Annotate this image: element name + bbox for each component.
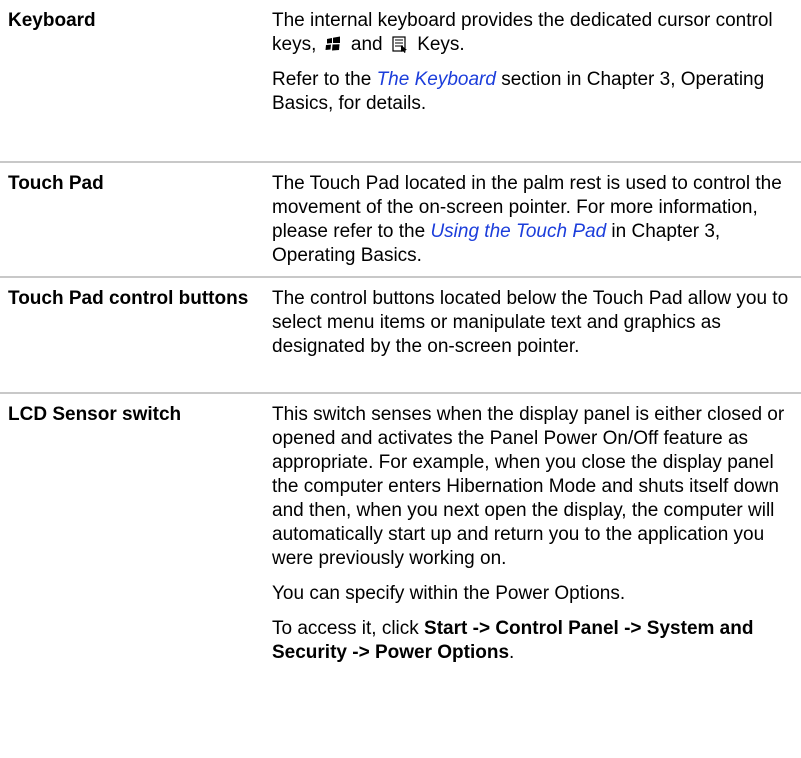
table-row-touch-pad-control-buttons: Touch Pad control buttons The control bu… [0,278,801,394]
table-row-lcd-sensor-switch: LCD Sensor switch This switch senses whe… [0,394,801,758]
description-touch-pad-control-buttons: The control buttons located below the To… [250,278,801,392]
table-row-touch-pad: Touch Pad The Touch Pad located in the p… [0,163,801,278]
lcd-text-access: To access it, click [272,618,419,639]
lcd-paragraph-1: This switch senses when the display pane… [272,404,785,569]
keyboard-text-1: The internal keyboard provides the dedic… [272,10,773,55]
keyboard-paragraph-1: The internal keyboard provides the dedic… [272,9,795,57]
lcd-paragraph-2: You can specify within the Power Options… [272,583,626,604]
term-keyboard: Keyboard [8,10,96,31]
keyboard-text-2: Keys. [417,34,465,55]
term-touch-pad: Touch Pad [8,173,104,194]
table-row-keyboard: Keyboard The internal keyboard provides … [0,0,801,163]
keyboard-text-and: and [350,34,383,55]
windows-key-icon [324,35,344,53]
description-lcd-sensor-switch: This switch senses when the display pane… [250,394,801,758]
application-key-icon [390,35,410,53]
definition-table: Keyboard The internal keyboard provides … [0,0,801,758]
description-keyboard: The internal keyboard provides the dedic… [250,0,801,161]
lcd-text-period: . [509,642,515,663]
using-the-touch-pad-link[interactable]: Using the Touch Pad [430,221,606,242]
touch-pad-control-paragraph-1: The control buttons located below the To… [272,288,789,357]
touch-pad-paragraph-1: The Touch Pad located in the palm rest i… [272,172,795,268]
lcd-paragraph-3: To access it, click Start -> Control Pan… [272,617,795,665]
keyboard-text-3: Refer to the [272,69,372,90]
keyboard-paragraph-2: Refer to the The Keyboard section in Cha… [272,68,795,116]
term-lcd-sensor-switch: LCD Sensor switch [8,404,182,425]
the-keyboard-link[interactable]: The Keyboard [377,69,496,90]
term-touch-pad-control-buttons: Touch Pad control buttons [8,288,249,309]
description-touch-pad: The Touch Pad located in the palm rest i… [250,163,801,276]
